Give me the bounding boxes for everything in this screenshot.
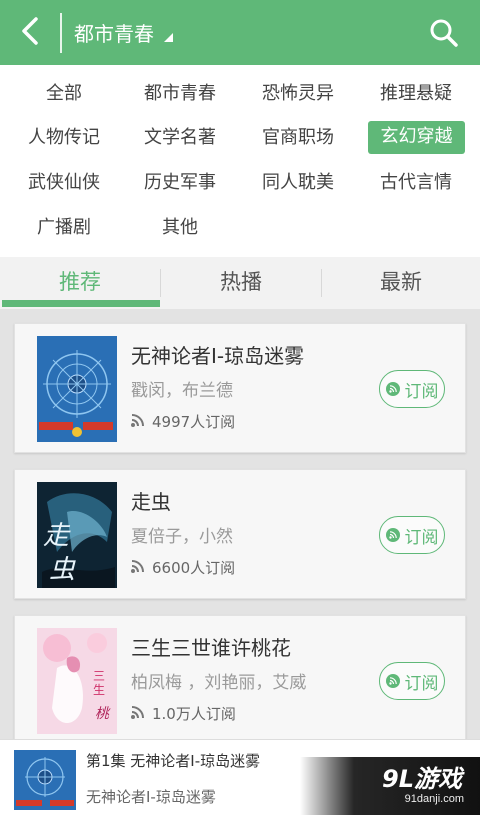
subscribe-button[interactable]: 订阅 xyxy=(379,516,445,554)
svg-text:生: 生 xyxy=(93,683,105,697)
search-icon xyxy=(428,19,460,53)
svg-text:桃: 桃 xyxy=(95,706,111,722)
rss-icon xyxy=(131,559,144,577)
page-title: 都市青春 xyxy=(74,22,154,46)
subscribe-label: 订阅 xyxy=(404,673,439,694)
search-button[interactable] xyxy=(428,17,460,49)
book-cover-image: 走 虫 xyxy=(37,482,117,588)
book-title: 三生三世谁许桃花 xyxy=(131,636,291,660)
rss-icon xyxy=(385,528,400,542)
subscriber-count: 4997人订阅 xyxy=(131,411,235,432)
episode-title: 第1集 无神论者Ⅰ-琼岛迷雾 xyxy=(86,752,261,770)
book-cover-image: 三 生 桃 xyxy=(37,628,117,734)
subscriber-count: 6600人订阅 xyxy=(131,557,235,578)
tab-latest[interactable]: 最新 xyxy=(322,257,480,309)
subscribe-button[interactable]: 订阅 xyxy=(379,370,445,408)
caret-down-icon xyxy=(164,33,173,42)
subscriber-count-text: 4997人订阅 xyxy=(152,413,236,431)
category-item[interactable]: 人物传记 xyxy=(14,122,114,154)
top-bar: 都市青春 xyxy=(0,0,480,65)
category-item[interactable]: 都市青春 xyxy=(130,78,230,110)
svg-text:走: 走 xyxy=(43,521,71,551)
category-item[interactable]: 官商职场 xyxy=(248,122,348,154)
category-item[interactable]: 同人耽美 xyxy=(248,167,348,199)
subscribe-label: 订阅 xyxy=(404,381,439,402)
category-item[interactable]: 其他 xyxy=(130,212,230,244)
category-dropdown[interactable]: 都市青春 xyxy=(62,18,173,47)
subscriber-count-text: 1.0万人订阅 xyxy=(152,705,236,723)
category-grid: 全部 都市青春 恐怖灵异 推理悬疑 人物传记 文学名著 官商职场 玄幻穿越 武侠… xyxy=(0,65,480,257)
app-screen: 都市青春 全部 都市青春 恐怖灵异 推理悬疑 人物传记 文学名著 官商职场 玄幻… xyxy=(0,0,480,815)
subscriber-count: 1.0万人订阅 xyxy=(131,703,236,724)
watermark-url: 91danji.com xyxy=(404,793,464,805)
rss-icon xyxy=(131,413,144,431)
subscriber-count-text: 6600人订阅 xyxy=(152,559,236,577)
book-card[interactable]: 走 虫 走虫 夏倍子，小然 6600人订阅 订阅 xyxy=(14,469,466,599)
book-list: 无神论者Ⅰ-琼岛迷雾 戳闵，布兰德 4997人订阅 订阅 走 虫 走虫 夏倍子，… xyxy=(0,309,480,739)
book-card[interactable]: 无神论者Ⅰ-琼岛迷雾 戳闵，布兰德 4997人订阅 订阅 xyxy=(14,323,466,453)
tab-hot[interactable]: 热播 xyxy=(161,257,321,309)
category-item[interactable]: 恐怖灵异 xyxy=(248,78,348,110)
chevron-left-icon xyxy=(19,16,41,50)
category-item[interactable]: 历史军事 xyxy=(130,167,230,199)
book-author: 戳闵，布兰德 xyxy=(131,381,233,401)
watermark: 9L游戏 91danji.com xyxy=(300,757,480,815)
svg-text:虫: 虫 xyxy=(49,555,76,585)
category-item[interactable]: 广播剧 xyxy=(14,212,114,244)
episode-book: 无神论者Ⅰ-琼岛迷雾 xyxy=(86,788,216,806)
rss-icon xyxy=(131,705,144,723)
book-title: 无神论者Ⅰ-琼岛迷雾 xyxy=(131,344,305,368)
svg-text:三: 三 xyxy=(93,669,105,683)
category-item[interactable]: 武侠仙侠 xyxy=(14,167,114,199)
category-item[interactable]: 古代言情 xyxy=(366,167,466,199)
subscribe-label: 订阅 xyxy=(404,527,439,548)
rss-icon xyxy=(385,382,400,396)
subscribe-button[interactable]: 订阅 xyxy=(379,662,445,700)
category-item[interactable]: 全部 xyxy=(14,78,114,110)
book-title: 走虫 xyxy=(131,490,171,514)
watermark-logo: 9L游戏 xyxy=(382,765,462,793)
book-author: 夏倍子，小然 xyxy=(131,527,233,547)
now-playing-cover xyxy=(14,750,76,810)
category-item[interactable]: 文学名著 xyxy=(130,122,230,154)
book-card[interactable]: 三 生 桃 三生三世谁许桃花 柏凤梅 ，刘艳丽，艾威 1.0万人订阅 订阅 xyxy=(14,615,466,739)
category-item-active[interactable]: 玄幻穿越 xyxy=(368,121,465,154)
book-author: 柏凤梅 ，刘艳丽，艾威 xyxy=(131,673,307,693)
tab-indicator xyxy=(2,300,160,307)
back-button[interactable] xyxy=(0,0,60,65)
book-cover-image xyxy=(37,336,117,442)
category-item[interactable]: 推理悬疑 xyxy=(366,78,466,110)
rss-icon xyxy=(385,674,400,688)
